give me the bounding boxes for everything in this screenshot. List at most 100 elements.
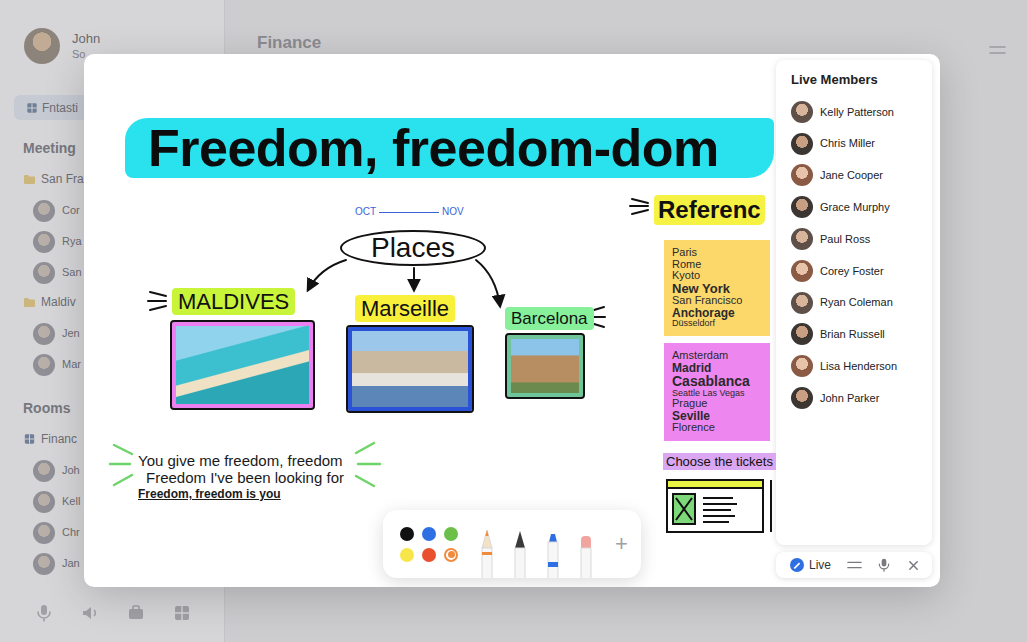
member-name: Joh	[62, 462, 80, 479]
member-row[interactable]: Jane Cooper	[791, 160, 926, 192]
timeline[interactable]: OCT NOV	[355, 206, 464, 218]
place-photo[interactable]	[507, 335, 583, 397]
place-photo[interactable]	[172, 322, 313, 408]
note-entry: New York	[672, 282, 762, 296]
place-label[interactable]: Barcelona	[505, 307, 594, 330]
lyrics-line: You give me freedom, freedom	[138, 452, 344, 469]
user-avatar[interactable]	[24, 28, 60, 64]
color-palette	[400, 527, 458, 562]
microphone-icon[interactable]	[877, 558, 891, 572]
color-swatch[interactable]	[444, 548, 458, 562]
member-avatar	[791, 260, 813, 282]
member-row[interactable]: Corey Foster	[791, 255, 926, 287]
panel-title: Live Members	[791, 72, 926, 88]
member-row[interactable]: Paul Ross	[791, 223, 926, 255]
note-entry: Anchorage	[672, 307, 762, 320]
lyrics-line: Freedom, freedom is you	[138, 486, 344, 502]
member-row[interactable]: John Parker	[791, 382, 926, 414]
member-avatar	[33, 491, 55, 513]
color-swatch[interactable]	[422, 548, 436, 562]
references-title[interactable]: Referenc	[654, 195, 765, 225]
member-name: Chr	[62, 524, 80, 541]
member-avatar	[33, 323, 55, 345]
menu-icon[interactable]	[989, 45, 1006, 55]
member-avatar	[33, 553, 55, 575]
note-entry: Florence	[672, 422, 762, 434]
member-name: Kelly Patterson	[820, 104, 894, 121]
side-column: Live MembersKelly PattersonChris MillerJ…	[776, 54, 940, 587]
board-icon[interactable]	[173, 604, 191, 622]
member-row[interactable]: Brian Russell	[791, 319, 926, 351]
menu-icon[interactable]	[847, 560, 862, 570]
drawing-toolbar: +	[383, 510, 641, 578]
member-row[interactable]: Kelly Patterson	[791, 96, 926, 128]
places-node[interactable]: Places	[340, 230, 486, 266]
whiteboard-canvas[interactable]: Freedom, freedom-dom OCT NOV Places MALDIVES…	[84, 54, 776, 587]
live-button[interactable]: Live	[790, 556, 831, 574]
live-label: Live	[809, 556, 831, 574]
member-name: Ryan Coleman	[820, 294, 893, 311]
live-icon	[790, 558, 804, 572]
member-row[interactable]: Lisa Henderson	[791, 350, 926, 382]
places-label: Places	[371, 233, 455, 263]
pen-icon[interactable]	[512, 526, 528, 578]
member-avatar	[791, 133, 813, 155]
add-tool-button[interactable]: +	[615, 532, 628, 556]
member-name: Rya	[62, 233, 82, 250]
board-title[interactable]: Freedom, freedom-dom	[125, 118, 774, 178]
member-avatar	[791, 355, 813, 377]
member-avatar	[33, 200, 55, 222]
sticky-note[interactable]: AmsterdamMadridCasablancaSeattle Las Veg…	[664, 343, 770, 441]
color-swatch[interactable]	[400, 548, 414, 562]
live-members-panel: Live MembersKelly PattersonChris MillerJ…	[776, 60, 932, 545]
note-entry: Rome	[672, 259, 762, 271]
member-avatar	[791, 164, 813, 186]
member-row[interactable]: Chris Miller	[791, 128, 926, 160]
board-icon	[26, 102, 38, 114]
member-name: Kell	[62, 493, 80, 510]
color-swatch[interactable]	[400, 527, 414, 541]
sticky-note[interactable]: ParisRomeKyotoNew YorkSan FranciscoAncho…	[664, 240, 770, 336]
member-avatar	[791, 292, 813, 314]
marker-icon[interactable]	[545, 526, 561, 578]
briefcase-icon[interactable]	[127, 604, 145, 622]
board-title-text: Freedom, freedom-dom	[148, 119, 719, 177]
note-entry: Seville	[672, 410, 762, 423]
folder-icon	[23, 296, 36, 308]
screen: JohnSoFntastiMeetingSan FraCorRyaSanMald…	[0, 0, 1027, 642]
sidebar-controls	[0, 604, 224, 642]
pencil-icon[interactable]	[479, 526, 495, 578]
eraser-icon[interactable]	[578, 526, 594, 578]
color-swatch[interactable]	[444, 527, 458, 541]
speaker-icon[interactable]	[81, 604, 99, 622]
member-avatar	[33, 231, 55, 253]
lyrics-line: Freedom I've been looking for	[138, 469, 344, 486]
header-title: Finance	[257, 33, 321, 53]
member-name: Grace Murphy	[820, 199, 890, 216]
member-name: Corey Foster	[820, 263, 884, 280]
board-icon	[23, 433, 36, 445]
member-row[interactable]: Ryan Coleman	[791, 287, 926, 319]
member-name: Brian Russell	[820, 326, 885, 343]
member-avatar	[33, 522, 55, 544]
place-label[interactable]: MALDIVES	[172, 288, 295, 315]
close-icon[interactable]	[907, 559, 920, 572]
member-name: Paul Ross	[820, 231, 870, 248]
color-swatch[interactable]	[422, 527, 436, 541]
note-entry: Düsseldorf	[672, 319, 762, 328]
place-label[interactable]: Marseille	[355, 295, 455, 322]
live-bar: Live	[776, 552, 932, 578]
member-row[interactable]: Grace Murphy	[791, 191, 926, 223]
color-dot	[444, 527, 458, 541]
note-entry: Seattle Las Vegas	[672, 389, 762, 398]
color-dot	[448, 551, 455, 558]
timeline-end: NOV	[442, 206, 464, 218]
lyrics-note[interactable]: You give me freedom, freedomFreedom I've…	[138, 452, 344, 502]
timeline-start: OCT	[355, 206, 376, 218]
ticket-sketch-icon[interactable]	[665, 474, 775, 538]
place-photo[interactable]	[348, 327, 472, 411]
tickets-title[interactable]: Choose the tickets	[663, 453, 776, 470]
group-label: Maldiv	[41, 293, 76, 311]
note-entry: Casablanca	[672, 374, 762, 389]
microphone-icon[interactable]	[35, 604, 53, 622]
